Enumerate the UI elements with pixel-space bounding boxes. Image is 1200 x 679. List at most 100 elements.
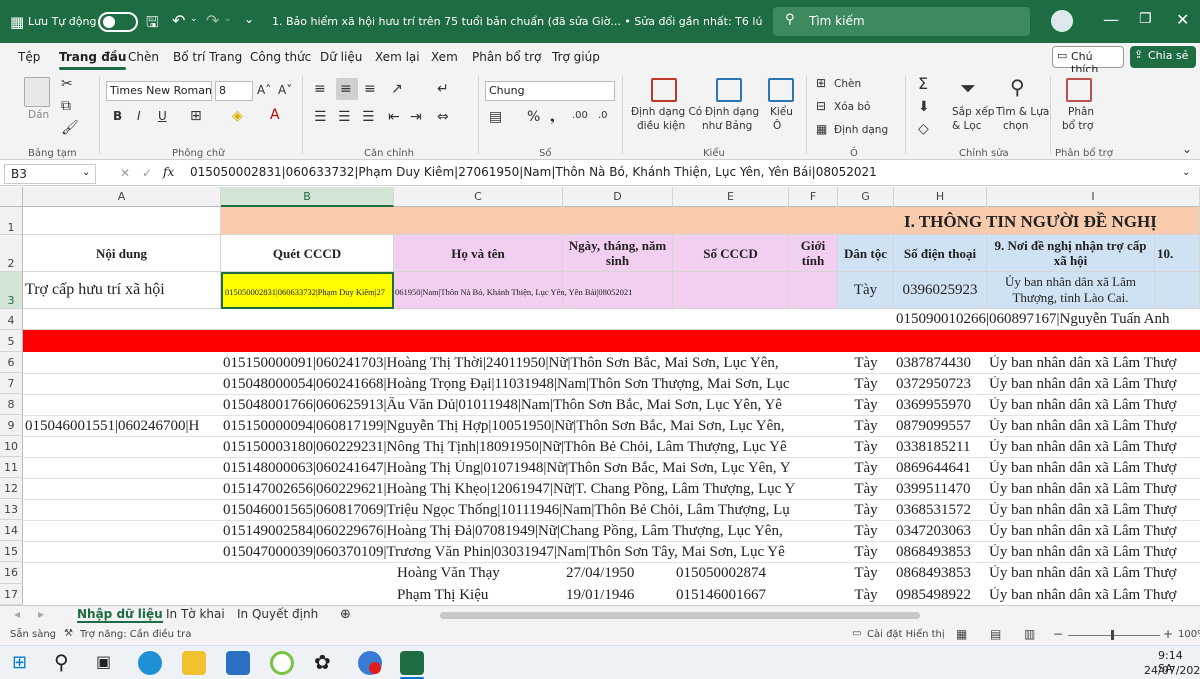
select-all-corner[interactable]: [0, 187, 23, 207]
align-bottom-icon[interactable]: ≡: [364, 82, 376, 96]
display-settings-icon[interactable]: ▭: [852, 628, 861, 639]
cell-d17[interactable]: 19/01/1946: [566, 587, 634, 604]
conditional-format-label-2[interactable]: điều kiện: [637, 120, 685, 132]
expand-formula-icon[interactable]: ⌄: [1182, 167, 1190, 178]
fill-icon[interactable]: ⬇: [918, 100, 930, 114]
cell-b-data[interactable]: 015048001766|060625913|Âu Văn Dủ|0101194…: [223, 397, 836, 414]
chatgpt-icon[interactable]: ✿: [314, 650, 331, 674]
cell-e16[interactable]: 015050002874: [676, 565, 766, 582]
format-cells-label[interactable]: Định dạng: [834, 124, 888, 136]
redo-icon[interactable]: ↷: [206, 11, 219, 30]
cell-i17[interactable]: Ủy ban nhân dân xã Lâm Thượ: [989, 587, 1200, 604]
cell-noi-nhan[interactable]: Ủy ban nhân dân xã Lâm Thượ: [989, 355, 1200, 372]
cell-b-data[interactable]: 015150003180|060229231|Nông Thị Tịnh|180…: [223, 439, 836, 456]
cell-h16[interactable]: 0868493853: [896, 565, 971, 582]
row-header-12[interactable]: 12: [0, 478, 23, 499]
bold-icon[interactable]: B: [113, 110, 122, 122]
redo-dropdown-icon[interactable]: ⌄: [224, 14, 232, 24]
delete-cells-icon[interactable]: ⊟: [816, 100, 826, 112]
header-ho-ten[interactable]: Họ và tên: [394, 235, 563, 272]
customize-toolbar-icon[interactable]: ⌄: [244, 12, 254, 26]
cell-b-data[interactable]: 015046001565|060817069|Triệu Ngọc Thống|…: [223, 502, 836, 519]
cell-h4[interactable]: 015090010266|060897167|Nguyễn Tuấn Anh: [896, 311, 1170, 328]
column-header-f[interactable]: F: [789, 187, 838, 207]
cell-c16[interactable]: Hoàng Văn Thạy: [397, 565, 500, 582]
undo-dropdown-icon[interactable]: ⌄: [190, 14, 198, 24]
status-accessibility[interactable]: Trợ năng: Cần điều tra: [80, 629, 191, 640]
menu-page-layout[interactable]: Bố trí Trang: [173, 50, 242, 64]
formula-input[interactable]: 015050002831|060633732|Phạm Duy Kiêm|270…: [190, 165, 877, 179]
cell-b-data[interactable]: 015150000091|060241703|Hoàng Thị Thời|24…: [223, 355, 836, 372]
cell-noi-nhan[interactable]: Ủy ban nhân dân xã Lâm Thượ: [989, 376, 1200, 393]
cell-c17[interactable]: Phạm Thị Kiệu: [397, 587, 488, 604]
cancel-icon[interactable]: ✕: [120, 166, 130, 180]
row-header-11[interactable]: 11: [0, 457, 23, 478]
cell-f3[interactable]: [789, 272, 838, 309]
cell-dan-toc[interactable]: Tày: [840, 418, 892, 435]
row-header-13[interactable]: 13: [0, 499, 23, 520]
page-break-view-icon[interactable]: ▥: [1024, 627, 1035, 641]
cell-noi-nhan[interactable]: Ủy ban nhân dân xã Lâm Thượ: [989, 481, 1200, 498]
addins-label-2[interactable]: bổ trợ: [1062, 120, 1093, 132]
cell-j3[interactable]: [1155, 272, 1200, 309]
tab-nhap-du-lieu[interactable]: Nhập dữ liệu: [77, 607, 163, 623]
cell-b-data[interactable]: 015048000054|060241668|Hoàng Trọng Đại|1…: [223, 376, 836, 393]
header-quet-cccd[interactable]: Quét CCCD: [221, 235, 394, 272]
wrap-text-icon[interactable]: ↵: [437, 82, 449, 96]
cell-noi-nhan[interactable]: Ủy ban nhân dân xã Lâm Thượ: [989, 418, 1200, 435]
comments-button[interactable]: ▭ Chú thích: [1052, 46, 1124, 76]
cell-h17[interactable]: 0985498922: [896, 587, 971, 604]
decrease-decimal-icon[interactable]: .0: [598, 111, 608, 121]
cell-phone[interactable]: 0879099557: [896, 418, 986, 435]
undo-icon[interactable]: ↶: [172, 11, 185, 30]
row-header-15[interactable]: 15: [0, 541, 23, 562]
cell-dan-toc[interactable]: Tày: [840, 523, 892, 540]
menu-file[interactable]: Tệp: [18, 50, 40, 64]
align-top-icon[interactable]: ≡: [314, 82, 326, 96]
cell-styles-label-1[interactable]: Kiểu: [770, 106, 793, 118]
add-sheet-icon[interactable]: ⊕: [340, 607, 351, 622]
cell-noi-nhan[interactable]: Ủy ban nhân dân xã Lâm Thượ: [989, 544, 1200, 561]
cell-phone[interactable]: 0399511470: [896, 481, 986, 498]
share-button[interactable]: ⇪ Chia sẻ: [1130, 46, 1196, 68]
autosum-icon[interactable]: Σ: [918, 76, 928, 92]
sort-filter-label-1[interactable]: Sắp xếp: [952, 106, 994, 118]
close-icon[interactable]: ✕: [1176, 10, 1189, 29]
cell-dan-toc[interactable]: Tày: [840, 439, 892, 456]
cell-dan-toc[interactable]: Tày: [840, 376, 892, 393]
cell-dan-toc[interactable]: Tày: [840, 460, 892, 477]
windows-start-icon[interactable]: ⊞: [12, 652, 27, 673]
row-header-7[interactable]: 7: [0, 373, 23, 394]
cut-icon[interactable]: ✂: [61, 77, 73, 91]
analyze-data-icon[interactable]: [1066, 78, 1092, 102]
cell-noi-nhan[interactable]: Ủy ban nhân dân xã Lâm Thượ: [989, 460, 1200, 477]
cell-dan-toc[interactable]: Tày: [840, 481, 892, 498]
paste-icon[interactable]: [24, 77, 50, 107]
row-header-6[interactable]: 6: [0, 352, 23, 373]
zoom-slider[interactable]: [1068, 635, 1160, 636]
menu-home[interactable]: Trang đầu: [59, 50, 127, 70]
cell-b-data[interactable]: 015150000094|060817199|Nguyễn Thị Hợp|10…: [223, 418, 836, 435]
cell-noi-nhan[interactable]: Ủy ban nhân dân xã Lâm Thượ: [989, 523, 1200, 540]
sort-filter-label-2[interactable]: & Lọc: [952, 120, 982, 132]
column-header-g[interactable]: G: [838, 187, 894, 207]
row-header-4[interactable]: 4: [0, 309, 23, 330]
addins-label-1[interactable]: Phân: [1068, 106, 1094, 118]
cell-dan-toc[interactable]: Tày: [840, 355, 892, 372]
cell-b-data[interactable]: 015047000039|060370109|Trương Văn Phin|0…: [223, 544, 836, 561]
menu-data[interactable]: Dữ liệu: [320, 50, 362, 64]
cell-phone[interactable]: 0368531572: [896, 502, 986, 519]
menu-formulas[interactable]: Công thức: [250, 50, 311, 64]
delete-cells-label[interactable]: Xóa bỏ: [834, 101, 870, 113]
accessibility-icon[interactable]: ⚒: [64, 628, 73, 639]
cell-phone[interactable]: 0338185211: [896, 439, 986, 456]
header-dan-toc[interactable]: Dân tộc: [838, 235, 894, 272]
row-header-9[interactable]: 9: [0, 415, 23, 436]
copy-icon[interactable]: ⧉: [61, 99, 71, 113]
minimize-icon[interactable]: —: [1103, 10, 1119, 29]
find-select-label-2[interactable]: chọn: [1003, 120, 1029, 132]
zoom-in-icon[interactable]: +: [1163, 627, 1173, 641]
clock-date[interactable]: 24/07/2025: [1144, 664, 1200, 677]
zoom-out-icon[interactable]: −: [1053, 627, 1063, 641]
name-box-dropdown-icon[interactable]: ⌄: [82, 167, 90, 178]
